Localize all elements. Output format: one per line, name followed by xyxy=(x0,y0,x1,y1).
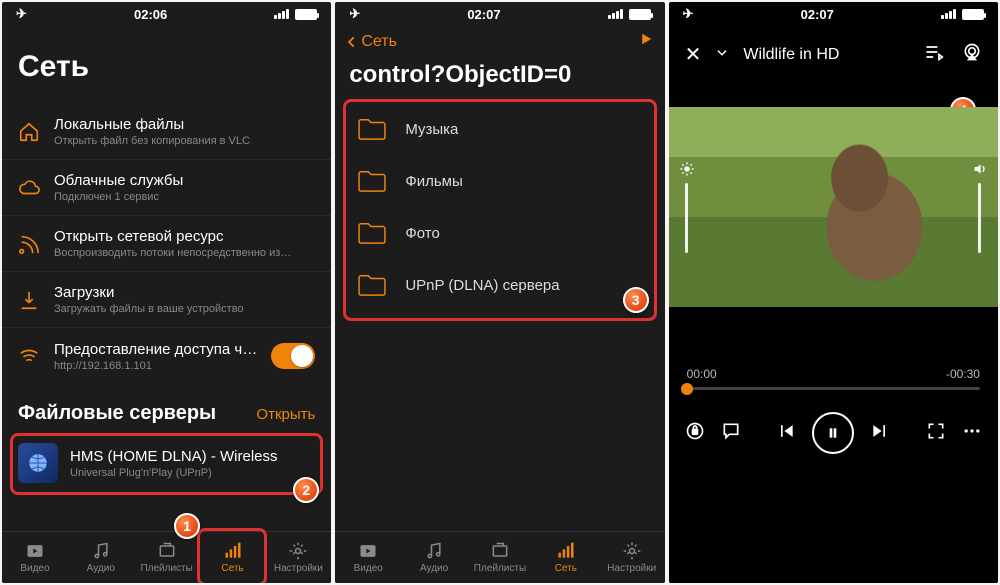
airplane-mode-icon: ✈︎ xyxy=(16,6,27,22)
nav-header: Сеть xyxy=(335,26,664,53)
server-icon xyxy=(18,443,58,483)
prev-track-icon[interactable] xyxy=(776,421,796,446)
tab-network[interactable]: Сеть xyxy=(533,532,599,583)
tab-video[interactable]: Видео xyxy=(335,532,401,583)
status-time: 02:06 xyxy=(134,7,167,22)
tab-settings[interactable]: Настройки xyxy=(599,532,665,583)
row-open-stream[interactable]: Открыть сетевой ресурс Воспроизводить по… xyxy=(2,216,331,272)
airplane-mode-icon: ✈︎ xyxy=(349,6,360,22)
row-subtitle: http://192.168.1.101 xyxy=(54,360,257,372)
page-title: Сеть xyxy=(2,26,331,104)
row-title: Облачные службы xyxy=(54,172,315,189)
chevron-down-icon[interactable] xyxy=(715,46,729,63)
battery-icon xyxy=(629,9,651,20)
volume-slider[interactable] xyxy=(972,161,988,253)
tab-playlists[interactable]: Плейлисты xyxy=(467,532,533,583)
wifi-icon xyxy=(18,345,40,367)
row-wifi-sharing[interactable]: Предоставление доступа че… http://192.16… xyxy=(2,328,331,384)
tab-audio[interactable]: Аудио xyxy=(401,532,467,583)
row-downloads[interactable]: Загрузки Загружать файлы в ваше устройст… xyxy=(2,272,331,328)
server-subtitle: Universal Plug'n'Play (UPnP) xyxy=(70,467,315,479)
video-viewport[interactable] xyxy=(669,107,998,307)
folder-name: Фото xyxy=(405,225,439,242)
video-title: Wildlife in HD xyxy=(743,46,910,64)
status-bar: ✈︎ 02:07 xyxy=(669,2,998,26)
folder-movies[interactable]: Фильмы xyxy=(335,155,664,207)
folder-upnp-servers[interactable]: UPnP (DLNA) сервера xyxy=(335,259,664,311)
seek-area: 00:00 -00:30 xyxy=(669,307,998,390)
tab-settings[interactable]: Настройки xyxy=(265,532,331,583)
folder-name: Фильмы xyxy=(405,173,462,190)
seek-bar[interactable] xyxy=(687,387,980,390)
house-icon xyxy=(18,121,40,143)
close-icon[interactable]: ✕ xyxy=(685,42,702,67)
tab-bar: Видео Аудио Плейлисты Сеть Настройки xyxy=(335,531,664,583)
subtitles-icon[interactable] xyxy=(721,421,741,446)
phone-player: ✈︎ 02:07 ✕ Wildlife in HD 4 xyxy=(669,2,998,583)
folder-photos[interactable]: Фото xyxy=(335,207,664,259)
pause-button[interactable] xyxy=(812,412,854,454)
player-header: ✕ Wildlife in HD xyxy=(669,26,998,67)
row-subtitle: Открыть файл без копирования в VLC xyxy=(54,135,315,147)
player-controls xyxy=(669,390,998,468)
server-name: HMS (HOME DLNA) - Wireless xyxy=(70,448,315,465)
more-icon[interactable] xyxy=(962,421,982,446)
tab-network[interactable]: Сеть xyxy=(200,532,266,583)
video-player: ✕ Wildlife in HD 4 xyxy=(669,26,998,583)
tab-playlists[interactable]: Плейлисты xyxy=(134,532,200,583)
wifi-sharing-toggle[interactable] xyxy=(271,343,315,369)
download-icon xyxy=(18,289,40,311)
signal-icon xyxy=(274,9,290,19)
tab-audio[interactable]: Аудио xyxy=(68,532,134,583)
cast-icon[interactable] xyxy=(637,30,655,53)
signal-icon xyxy=(608,9,624,19)
network-options-list: Локальные файлы Открыть файл без копиров… xyxy=(2,104,331,384)
airplay-icon[interactable] xyxy=(962,42,982,67)
folder-music[interactable]: Музыка xyxy=(335,103,664,155)
status-bar: ✈︎ 02:06 xyxy=(2,2,331,26)
row-subtitle: Загружать файлы в ваше устройство xyxy=(54,303,315,315)
section-title: Файловые серверы xyxy=(18,402,216,425)
folder-name: UPnP (DLNA) сервера xyxy=(405,277,559,294)
phone-network: ✈︎ 02:06 Сеть Локальные файлы Открыть фа… xyxy=(2,2,331,583)
file-servers-header: Файловые серверы Открыть xyxy=(2,384,331,433)
airplane-mode-icon: ✈︎ xyxy=(683,6,694,22)
server-hms[interactable]: HMS (HOME DLNA) - Wireless Universal Plu… xyxy=(2,433,331,497)
tab-bar: Видео Аудио Плейлисты Сеть Настройки xyxy=(2,531,331,583)
row-title: Загрузки xyxy=(54,284,315,301)
row-title: Открыть сетевой ресурс xyxy=(54,228,315,245)
lock-rotation-icon[interactable] xyxy=(685,421,705,446)
playlist-icon[interactable] xyxy=(924,42,944,67)
row-subtitle: Подключен 1 сервис xyxy=(54,191,315,203)
phone-browse: ✈︎ 02:07 Сеть control?ObjectID=0 Музыка … xyxy=(335,2,664,583)
seek-knob[interactable] xyxy=(681,383,693,395)
battery-icon xyxy=(962,9,984,20)
time-remaining: -00:30 xyxy=(946,367,980,381)
folder-name: Музыка xyxy=(405,121,458,138)
stream-icon xyxy=(18,233,40,255)
next-track-icon[interactable] xyxy=(870,421,890,446)
tab-video[interactable]: Видео xyxy=(2,532,68,583)
video-frame xyxy=(669,107,998,307)
time-elapsed: 00:00 xyxy=(687,367,717,381)
row-title: Предоставление доступа че… xyxy=(54,341,257,358)
row-cloud-services[interactable]: Облачные службы Подключен 1 сервис xyxy=(2,160,331,216)
row-local-files[interactable]: Локальные файлы Открыть файл без копиров… xyxy=(2,104,331,160)
brightness-slider[interactable] xyxy=(679,161,695,253)
status-time: 02:07 xyxy=(801,7,834,22)
row-subtitle: Воспроизводить потоки непосредственно из… xyxy=(54,247,315,259)
page-title: control?ObjectID=0 xyxy=(335,53,664,103)
cloud-icon xyxy=(18,177,40,199)
folder-list: Музыка Фильмы Фото UPnP (DLNA) сервера xyxy=(335,103,664,311)
status-bar: ✈︎ 02:07 xyxy=(335,2,664,26)
status-time: 02:07 xyxy=(467,7,500,22)
signal-icon xyxy=(941,9,957,19)
back-button[interactable]: Сеть xyxy=(345,33,397,51)
row-title: Локальные файлы xyxy=(54,116,315,133)
section-action-open[interactable]: Открыть xyxy=(256,406,315,423)
fullscreen-icon[interactable] xyxy=(926,421,946,446)
battery-icon xyxy=(295,9,317,20)
